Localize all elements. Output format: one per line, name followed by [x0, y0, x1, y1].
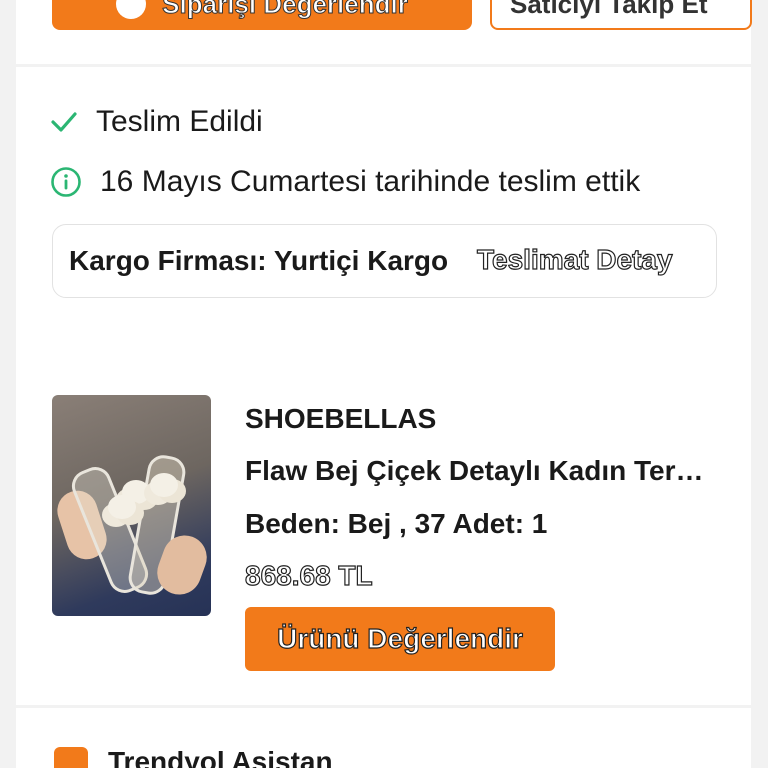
delivery-status: Teslim Edildi — [50, 105, 263, 139]
delivery-status-text: Teslim Edildi — [96, 105, 263, 138]
package-card: Teslim Edildi 16 Mayıs Cumartesi tarihin… — [16, 67, 751, 705]
product-image[interactable] — [52, 395, 211, 616]
delivery-date: 16 Mayıs Cumartesi tarihinde teslim etti… — [50, 165, 640, 199]
follow-seller-label: Satıcıyı Takip Et — [510, 0, 708, 19]
product-brand: SHOEBELLAS — [245, 403, 437, 434]
delivery-date-text: 16 Mayıs Cumartesi tarihinde teslim etti… — [100, 165, 641, 198]
follow-seller-button[interactable]: Satıcıyı Takip Et — [490, 0, 752, 30]
assistant-icon — [54, 747, 88, 768]
rate-product-button[interactable]: Ürünü Değerlendir — [245, 607, 555, 671]
product-variant: Beden: Bej , 37 Adet: 1 — [245, 508, 548, 539]
cargo-info-box: Kargo Firması: Yurtiçi Kargo Teslimat De… — [52, 224, 717, 298]
assistant-row[interactable]: Trendyol Asistan — [54, 746, 333, 768]
assistant-card[interactable]: Trendyol Asistan — [16, 708, 751, 768]
assistant-title: Trendyol Asistan — [108, 746, 333, 768]
rate-order-button[interactable]: Siparişi Değerlendir — [52, 0, 472, 30]
product-name[interactable]: Flaw Bej Çiçek Detaylı Kadın Terlik — [245, 455, 705, 487]
star-icon — [116, 0, 147, 19]
order-actions-card: Siparişi Değerlendir Satıcıyı Takip Et — [16, 0, 752, 64]
product-price: 868.68 TL — [244, 559, 373, 591]
rate-order-label: Siparişi Değerlendir — [162, 0, 409, 19]
info-icon — [51, 167, 81, 197]
cargo-company: Kargo Firması: Yurtiçi Kargo — [69, 245, 449, 276]
delivery-detail-link[interactable]: Teslimat Detay — [476, 243, 673, 276]
check-icon — [51, 112, 77, 132]
